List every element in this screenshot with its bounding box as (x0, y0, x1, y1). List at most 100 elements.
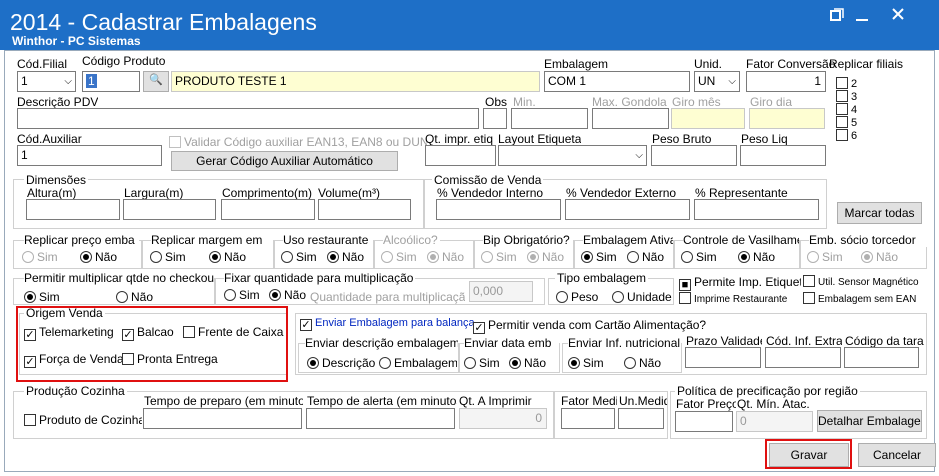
search-product-button[interactable]: 🔍 (143, 71, 169, 92)
codigo-produto-value: 1 (86, 74, 97, 88)
embalagem-ativa-sim[interactable]: Sim (581, 250, 617, 264)
comprimento-input[interactable] (221, 199, 315, 220)
permite-imp-etiqueta-checkbox[interactable]: ■ Permite Imp. Etiqueta (679, 275, 801, 291)
filial-4-checkbox[interactable]: 4 (836, 103, 857, 116)
cancelar-button[interactable]: Cancelar (858, 443, 936, 467)
socio-torcedor-sim[interactable]: Sim (807, 250, 843, 264)
filial-2-checkbox[interactable]: 2 (836, 77, 857, 90)
sim-label: Sim (296, 250, 317, 264)
largura-input[interactable] (123, 199, 216, 220)
enviar-nutricional-sim[interactable]: Sim (568, 356, 604, 370)
qt-imprimir-input[interactable]: 0 (459, 408, 547, 429)
replicar-preco-nao[interactable]: Não (80, 250, 117, 264)
replicar-margem-nao[interactable]: Não (209, 250, 246, 264)
produto-cozinha-checkbox[interactable]: Produto de Cozinha (24, 413, 142, 427)
enviar-nutricional-label: Enviar Inf. nutricional (568, 336, 681, 350)
filial-6-checkbox[interactable]: 6 (836, 129, 857, 142)
embalagem-input[interactable]: COM 1 (544, 71, 690, 92)
tempo-alerta-input[interactable] (306, 408, 455, 429)
socio-torcedor-nao[interactable]: Não (861, 250, 898, 264)
enviar-embalagem-radio[interactable]: Embalagem (379, 356, 457, 370)
obs-label: Obs (485, 95, 508, 109)
cod-inf-extra-input[interactable] (765, 347, 841, 368)
obs-input[interactable] (483, 108, 507, 129)
tempo-preparo-input[interactable] (143, 408, 302, 429)
qt-min-atac-input[interactable]: 0 (736, 411, 813, 432)
fator-preco-input[interactable] (675, 411, 733, 432)
codigo-tara-input[interactable] (844, 347, 919, 368)
gerar-codigo-button[interactable]: Gerar Código Auxiliar Automático (171, 151, 398, 171)
unid-value: UN (698, 74, 716, 88)
fixar-quantidade-sim[interactable]: Sim (224, 288, 260, 302)
largura-label: Largura(m) (124, 186, 184, 200)
uso-restaurante-sim[interactable]: Sim (281, 250, 317, 264)
codigo-produto-input[interactable]: 1 (82, 71, 140, 92)
filial-3-checkbox[interactable]: 3 (836, 90, 857, 103)
replicar-margem-sim[interactable]: Sim (150, 250, 186, 264)
comissao-title: Comissão de Venda (432, 173, 544, 187)
vendedor-interno-input[interactable] (436, 199, 561, 220)
enviar-data-nao[interactable]: Não (509, 356, 546, 370)
embalagem-ativa-nao[interactable]: Não (627, 250, 664, 264)
util-sensor-checkbox[interactable]: Util. Sensor Magnético (803, 275, 929, 288)
filial-5-checkbox[interactable]: 5 (836, 116, 857, 129)
nao-label: Não (542, 250, 565, 264)
max-gondola-input[interactable] (592, 108, 669, 129)
quantidade-multiplicacao-input[interactable]: 0,000 (469, 281, 533, 302)
replicar-filiais-label: Replicar filiais (829, 57, 904, 71)
cod-filial-select[interactable]: 1 ⌵ (17, 71, 76, 92)
alcoolico-nao[interactable]: Não (427, 250, 464, 264)
fator-conversao-input[interactable]: 1 (746, 71, 826, 92)
cod-auxiliar-input[interactable]: 1 (17, 145, 162, 166)
imprime-restaurante-checkbox[interactable]: Imprime Restaurante (679, 292, 787, 305)
giro-dia-input (749, 108, 825, 129)
min-input[interactable] (511, 108, 588, 129)
enviar-balanca-checkbox[interactable]: ✓ Enviar Embalagem para balança (300, 317, 475, 331)
permitir-multiplicar-nao[interactable]: Não (116, 290, 153, 304)
tipo-unidade-radio[interactable]: Unidade (612, 290, 672, 304)
volume-input[interactable] (318, 199, 411, 220)
replicar-preco-sim[interactable]: Sim (22, 250, 58, 264)
qt-impr-etiq-input[interactable] (425, 145, 496, 166)
socio-torcedor-label: Emb. sócio torcedor (809, 233, 927, 247)
peso-bruto-input[interactable] (651, 145, 737, 166)
embalagem-sem-ean-checkbox[interactable]: Embalagem sem EAN (803, 292, 916, 305)
validar-ean-checkbox[interactable]: Validar Código auxiliar EAN13, EAN8 ou D… (169, 135, 427, 149)
restore-icon[interactable] (826, 7, 848, 29)
qt-min-atac-label: Qt. Mín. Atac. (737, 397, 810, 411)
fixar-quantidade-nao[interactable]: Não (269, 288, 306, 302)
fator-medida-input[interactable] (561, 408, 615, 429)
quantidade-multiplicacao-label: Quantidade para multiplicação: (310, 290, 465, 304)
uso-restaurante-nao[interactable]: Não (327, 250, 364, 264)
nao-label: Não (642, 250, 665, 264)
altura-input[interactable] (26, 199, 120, 220)
marcar-todas-button[interactable]: Marcar todas (837, 202, 922, 224)
detalhar-embalagem-button[interactable]: Detalhar Embalagem (817, 410, 922, 432)
sim-label: Sim (583, 356, 604, 370)
enviar-data-sim[interactable]: Sim (464, 356, 500, 370)
enviar-descricao-radio[interactable]: Descrição (307, 356, 375, 370)
enviar-nutricional-nao[interactable]: Não (624, 356, 661, 370)
descricao-pdv-input[interactable] (17, 108, 479, 129)
alcoolico-label: Alcoólico? (383, 233, 440, 247)
bip-sim[interactable]: Sim (481, 250, 517, 264)
peso-liq-input[interactable] (740, 145, 826, 166)
tempo-preparo-label: Tempo de preparo (em minutos) (144, 394, 303, 408)
close-icon[interactable] (878, 6, 918, 28)
minimize-icon[interactable] (851, 7, 873, 29)
layout-etiqueta-select[interactable]: ⌵ (498, 145, 647, 166)
prazo-validade-input[interactable] (685, 347, 761, 368)
tipo-peso-radio[interactable]: Peso (556, 290, 598, 304)
permitir-cartao-checkbox[interactable]: ✓ Permitir venda com Cartão Alimentação? (473, 318, 706, 334)
chevron-down-icon: ⌵ (728, 76, 736, 87)
vasilhame-sim[interactable]: Sim (681, 250, 717, 264)
representante-input[interactable] (694, 199, 819, 220)
alcoolico-sim[interactable]: Sim (381, 250, 417, 264)
unid-select[interactable]: UN ⌵ (694, 71, 740, 92)
imprime-restaurante-label: Imprime Restaurante (694, 294, 788, 305)
un-medida-input[interactable] (618, 408, 664, 429)
bip-nao[interactable]: Não (527, 250, 564, 264)
vendedor-externo-input[interactable] (565, 199, 690, 220)
vasilhame-nao[interactable]: Não (738, 250, 775, 264)
permitir-multiplicar-sim[interactable]: Sim (24, 290, 60, 304)
